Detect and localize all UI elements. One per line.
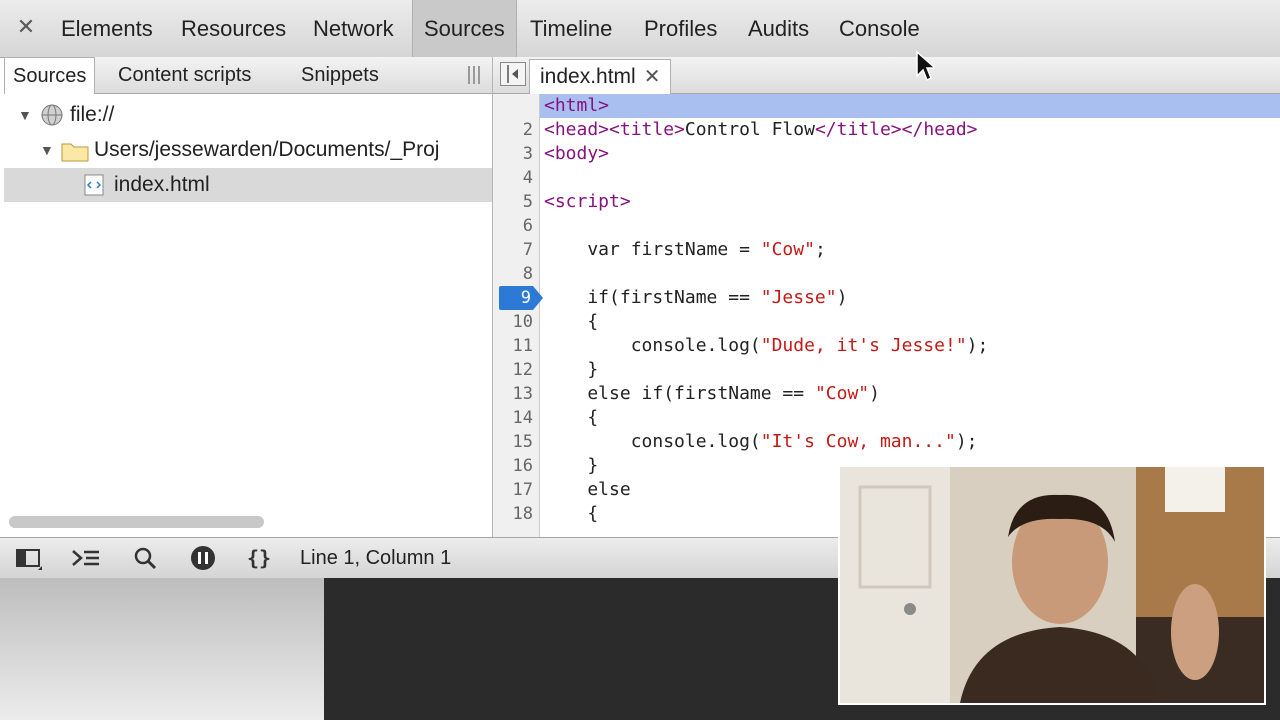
code-line[interactable]: <body> bbox=[544, 142, 609, 166]
dock-button[interactable] bbox=[12, 544, 46, 572]
pane-resize-grip-icon[interactable] bbox=[468, 66, 482, 84]
line-number[interactable]: 11 bbox=[493, 334, 533, 358]
line-number[interactable]: 18 bbox=[493, 502, 533, 526]
code-line[interactable]: } bbox=[544, 454, 598, 478]
tree-folder-label: Users/jessewarden/Documents/_Proj bbox=[94, 138, 440, 161]
editor-tabs: index.html ✕ bbox=[493, 57, 1280, 94]
file-tab-label: index.html bbox=[540, 65, 636, 88]
close-icon[interactable]: ✕ bbox=[14, 14, 38, 40]
line-number[interactable]: 4 bbox=[493, 166, 533, 190]
devtools-toolbar: ✕ Elements Resources Network Sources Tim… bbox=[0, 0, 1280, 58]
pause-icon bbox=[191, 546, 215, 570]
file-tab-index-html[interactable]: index.html ✕ bbox=[529, 59, 672, 94]
code-line[interactable]: { bbox=[544, 406, 598, 430]
navtab-sources[interactable]: Sources bbox=[4, 57, 96, 94]
mouse-pointer-icon bbox=[916, 50, 935, 82]
line-number[interactable]: 5 bbox=[493, 190, 533, 214]
code-line[interactable]: { bbox=[544, 502, 598, 526]
line-number[interactable]: 14 bbox=[493, 406, 533, 430]
toggle-navigator-button[interactable] bbox=[500, 62, 526, 86]
expand-triangle-icon[interactable]: ▼ bbox=[40, 133, 54, 167]
expand-triangle-icon[interactable]: ▼ bbox=[18, 98, 32, 132]
line-number[interactable]: 2 bbox=[493, 118, 533, 142]
breakpoint-line-number[interactable]: 9 bbox=[499, 286, 543, 310]
line-number[interactable]: 15 bbox=[493, 430, 533, 454]
line-number[interactable]: 7 bbox=[493, 238, 533, 262]
pause-on-exceptions-button[interactable] bbox=[186, 544, 220, 572]
execution-line-highlight bbox=[540, 94, 1280, 118]
webcam-overlay bbox=[838, 465, 1266, 705]
console-drawer-button[interactable] bbox=[69, 544, 103, 572]
pretty-print-button[interactable]: {} bbox=[244, 544, 278, 572]
tab-elements[interactable]: Elements bbox=[50, 0, 164, 57]
sidebar-toggle-icon bbox=[507, 65, 518, 83]
line-number[interactable]: 6 bbox=[493, 214, 533, 238]
line-number[interactable]: 10 bbox=[493, 310, 533, 334]
navigator-tabs: Sources Content scripts Snippets bbox=[4, 57, 492, 94]
code-line[interactable]: var firstName = "Cow"; bbox=[544, 238, 825, 262]
tab-audits[interactable]: Audits bbox=[737, 0, 820, 57]
line-number[interactable]: 16 bbox=[493, 454, 533, 478]
tab-profiles[interactable]: Profiles bbox=[633, 0, 728, 57]
svg-text:{}: {} bbox=[247, 546, 271, 570]
navtab-snippets[interactable]: Snippets bbox=[301, 57, 379, 93]
folder-icon bbox=[61, 143, 89, 162]
code-line[interactable]: } bbox=[544, 358, 598, 382]
console-icon bbox=[72, 550, 99, 566]
html-file-icon bbox=[84, 174, 104, 196]
code-line[interactable]: { bbox=[544, 310, 598, 334]
webcam-person-image bbox=[840, 467, 1264, 703]
globe-icon bbox=[41, 104, 63, 126]
pretty-print-icon: {} bbox=[247, 546, 271, 570]
tree-row-root[interactable]: ▼ file:// bbox=[4, 98, 492, 132]
code-line[interactable]: if(firstName == "Jesse") bbox=[544, 286, 847, 310]
search-icon bbox=[134, 547, 157, 570]
tab-timeline[interactable]: Timeline bbox=[519, 0, 623, 57]
code-line[interactable]: console.log("Dude, it's Jesse!"); bbox=[544, 334, 989, 358]
code-line[interactable]: <html> bbox=[544, 94, 609, 118]
code-line[interactable]: <head><title>Control Flow</title></head> bbox=[544, 118, 978, 142]
navtab-content-scripts[interactable]: Content scripts bbox=[118, 57, 251, 93]
line-number[interactable]: 17 bbox=[493, 478, 533, 502]
background-window bbox=[0, 578, 324, 720]
execution-marker-line-number[interactable]: 1 bbox=[493, 94, 533, 118]
search-button[interactable] bbox=[129, 544, 163, 572]
tree-row-folder[interactable]: ▼ Users/jessewarden/Documents/_Proj bbox=[4, 133, 492, 167]
close-tab-icon[interactable]: ✕ bbox=[644, 66, 661, 88]
tree-root-label: file:// bbox=[70, 103, 115, 126]
cursor-position-status: Line 1, Column 1 bbox=[300, 547, 452, 569]
tree-file-label: index.html bbox=[114, 173, 210, 196]
dock-icon bbox=[16, 549, 42, 570]
line-number-gutter[interactable]: 123456789101112131415161718 bbox=[493, 94, 543, 537]
tab-resources[interactable]: Resources bbox=[170, 0, 297, 57]
navigator-pane: Sources Content scripts Snippets ▼ file:… bbox=[4, 57, 493, 537]
tab-console[interactable]: Console bbox=[828, 0, 931, 57]
tab-sources[interactable]: Sources bbox=[412, 0, 517, 57]
code-line[interactable]: <script> bbox=[544, 190, 631, 214]
horizontal-scrollbar[interactable] bbox=[9, 516, 264, 528]
code-line[interactable]: else if(firstName == "Cow") bbox=[544, 382, 880, 406]
line-number[interactable]: 8 bbox=[493, 262, 533, 286]
line-number[interactable]: 3 bbox=[493, 142, 533, 166]
line-number[interactable]: 12 bbox=[493, 358, 533, 382]
tab-network[interactable]: Network bbox=[302, 0, 405, 57]
code-line[interactable]: console.log("It's Cow, man..."); bbox=[544, 430, 978, 454]
code-line[interactable]: else bbox=[544, 478, 630, 502]
tree-row-file[interactable]: index.html bbox=[4, 168, 492, 202]
line-number[interactable]: 13 bbox=[493, 382, 533, 406]
